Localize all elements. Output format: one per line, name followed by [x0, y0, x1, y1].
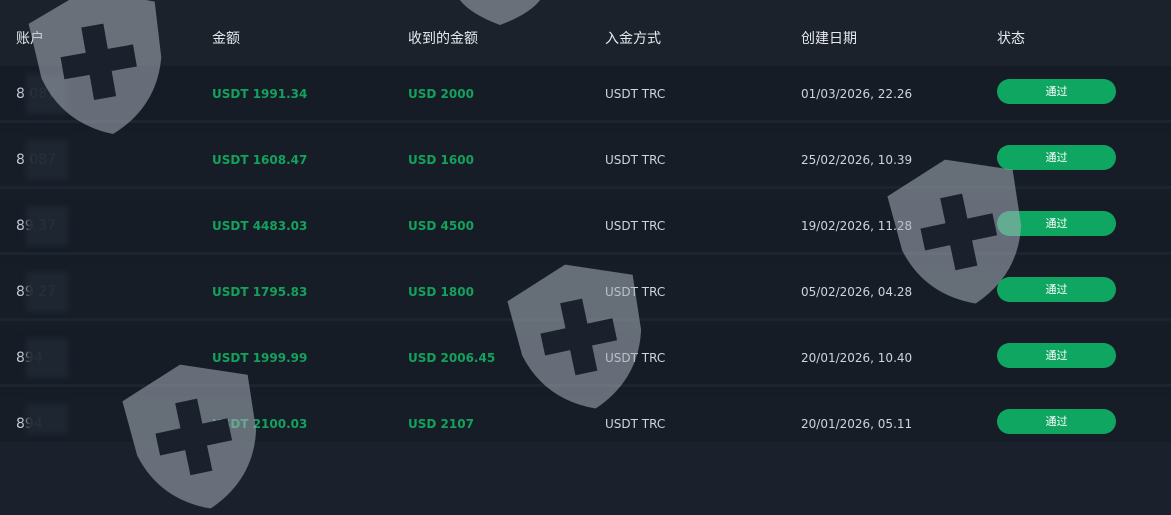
amount-value: USDT 1999.99 — [212, 351, 308, 365]
created-date-value: 25/02/2026, 10.39 — [801, 153, 913, 167]
created-date-value: 20/01/2026, 10.40 — [801, 351, 913, 365]
received-amount-value: USD 2000 — [408, 87, 474, 101]
column-created-date: 创建日期 — [801, 31, 857, 47]
amount-value: USDT 1795.83 — [212, 285, 308, 299]
column-account: 账户 — [16, 31, 44, 47]
status-badge[interactable]: 通过 — [997, 409, 1116, 434]
received-amount-value: USD 4500 — [408, 219, 474, 233]
received-amount-value: USD 1800 — [408, 285, 474, 299]
redaction-blur — [26, 74, 68, 114]
created-date-value: 01/03/2026, 22.26 — [801, 87, 913, 101]
redaction-blur — [26, 338, 68, 378]
amount-value: USDT 1991.34 — [212, 87, 308, 101]
received-amount-value: USD 2107 — [408, 417, 474, 431]
row-divider — [0, 186, 1171, 189]
received-amount-value: USD 1600 — [408, 153, 474, 167]
column-received-amount: 收到的金额 — [408, 31, 478, 47]
table-header: 账户 金额 收到的金额 入金方式 创建日期 状态 — [0, 0, 1171, 66]
deposit-method-value: USDT TRC — [605, 219, 666, 233]
status-badge[interactable]: 通过 — [997, 79, 1116, 104]
redaction-blur — [26, 404, 68, 434]
row-divider — [0, 318, 1171, 321]
received-amount-value: USD 2006.45 — [408, 351, 496, 365]
status-badge[interactable]: 通过 — [997, 277, 1116, 302]
amount-value: USDT 2100.03 — [212, 417, 308, 431]
deposit-method-value: USDT TRC — [605, 153, 666, 167]
status-badge[interactable]: 通过 — [997, 211, 1116, 236]
status-badge[interactable]: 通过 — [997, 145, 1116, 170]
created-date-value: 20/01/2026, 05.11 — [801, 417, 913, 431]
created-date-value: 05/02/2026, 04.28 — [801, 285, 913, 299]
amount-value: USDT 1608.47 — [212, 153, 308, 167]
table-row: 894 USDT 2100.03 USD 2107 USDT TRC 20/01… — [0, 396, 1171, 442]
column-status: 状态 — [997, 31, 1025, 47]
redaction-blur — [26, 140, 68, 180]
row-divider — [0, 252, 1171, 255]
row-divider — [0, 120, 1171, 123]
column-amount: 金额 — [212, 31, 240, 47]
redaction-blur — [26, 206, 68, 246]
column-deposit-method: 入金方式 — [605, 31, 661, 47]
deposit-method-value: USDT TRC — [605, 285, 666, 299]
status-badge[interactable]: 通过 — [997, 343, 1116, 368]
deposit-method-value: USDT TRC — [605, 351, 666, 365]
deposit-method-value: USDT TRC — [605, 87, 666, 101]
deposit-method-value: USDT TRC — [605, 417, 666, 431]
amount-value: USDT 4483.03 — [212, 219, 308, 233]
redaction-blur — [26, 272, 68, 312]
row-divider — [0, 384, 1171, 387]
created-date-value: 19/02/2026, 11.28 — [801, 219, 913, 233]
deposit-history-table: 账户 金额 收到的金额 入金方式 创建日期 状态 8 087 USDT 1991… — [0, 0, 1171, 442]
